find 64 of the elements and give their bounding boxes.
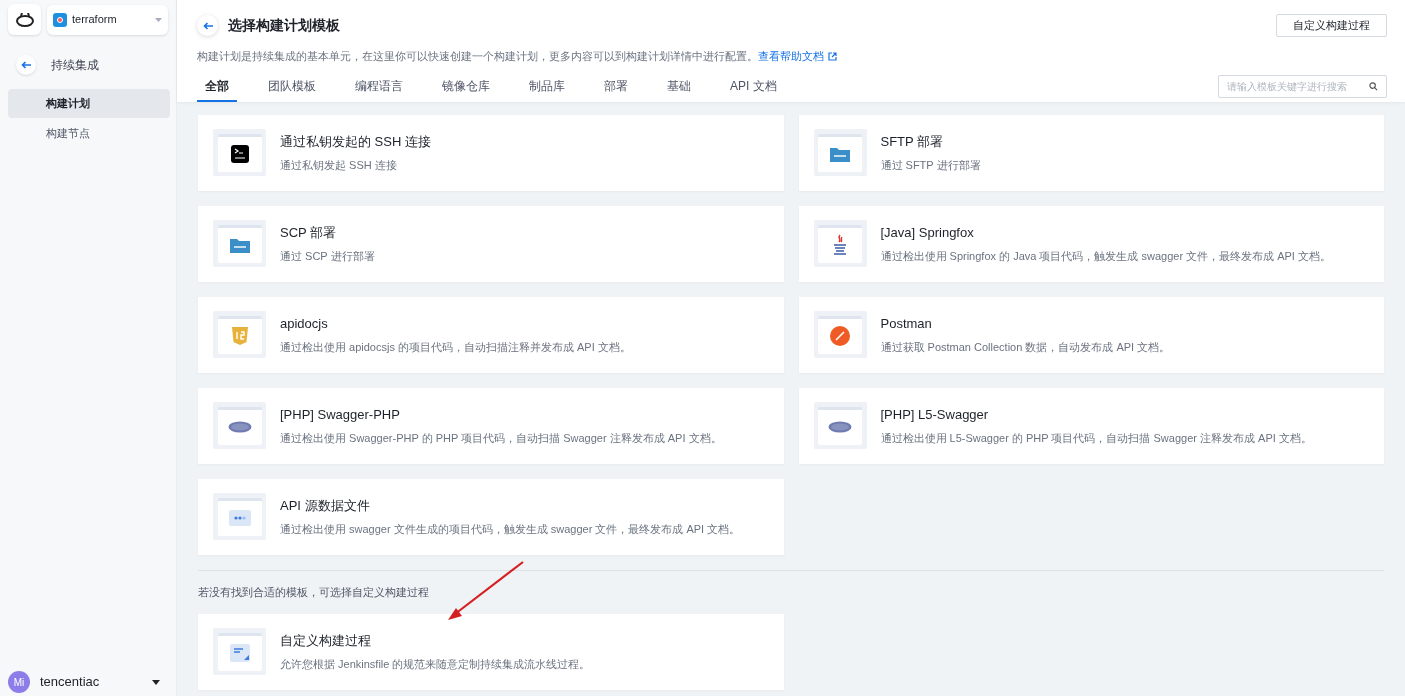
folder-icon — [830, 146, 850, 162]
coffee-cup-icon — [831, 234, 849, 257]
compass-icon — [829, 325, 851, 348]
page-description: 构建计划是持续集成的基本单元，在这里你可以快速创建一个构建计划，更多内容可以到构建计划详情中进行配置。 — [197, 49, 758, 64]
external-link-icon — [828, 52, 837, 62]
template-card[interactable]: apidocjs 通过检出使用 apidocsjs 的项目代码，自动扫描注释并发布成 API 文档。 — [198, 296, 784, 373]
category-tab[interactable]: API 文档 — [722, 72, 785, 102]
template-description: 通过检出使用 apidocsjs 的项目代码，自动扫描注释并发布成 API 文档。 — [280, 340, 631, 356]
template-title: 自定义构建过程 — [280, 631, 372, 650]
template-title: apidocjs — [280, 314, 329, 333]
template-title: [Java] Springfox — [880, 223, 975, 242]
terminal-icon — [230, 145, 249, 164]
template-card[interactable]: 通过私钥发起的 SSH 连接 通过私钥发起 SSH 连接 — [198, 114, 784, 191]
template-description: 通过检出使用 Swagger-PHP 的 PHP 项目代码，自动扫描 Swagger 注释发布成 API 文档。 — [280, 431, 722, 447]
document-icon — [229, 644, 250, 662]
template-card[interactable]: 自定义构建过程 允许您根据 Jenkinsfile 的规范来随意定制持续集成流水线过程。 — [198, 613, 784, 690]
template-card[interactable]: API 源数据文件 通过检出使用 swagger 文件生成的项目代码，触发生成 swagger 文件，最终发布成 API 文档。 — [198, 478, 784, 555]
template-card[interactable]: SFTP 部署 通过 SFTP 进行部署 — [798, 114, 1384, 191]
category-tab[interactable]: 全部 — [197, 72, 237, 102]
custom-build-button[interactable]: 自定义构建过程 — [1276, 14, 1387, 37]
template-description: 允许您根据 Jenkinsfile 的规范来随意定制持续集成流水线过程。 — [280, 657, 591, 672]
shield-icon — [230, 326, 249, 347]
back-nav-item[interactable]: 持续集成 — [0, 51, 176, 79]
category-tab[interactable]: 镜像仓库 — [434, 72, 498, 102]
template-card[interactable]: [PHP] L5-Swagger 通过检出使用 L5-Swagger 的 PHP 项目代码，自动扫描 Swagger 注释发布成 API 文档。 — [798, 387, 1384, 464]
template-card[interactable]: [PHP] Swagger-PHP 通过检出使用 Swagger-PHP 的 PHP 项目代码，自动扫描 Swagger 注释发布成 API 文档。 — [198, 387, 784, 464]
folder-icon — [229, 237, 250, 253]
custom-hint: 若没有找到合适的模板，可选择自定义构建过程 — [198, 584, 430, 600]
category-tab[interactable]: 部署 — [596, 72, 636, 102]
caret-icon — [152, 679, 160, 685]
template-title: Postman — [880, 314, 933, 333]
project-selector[interactable]: terraform — [47, 4, 168, 35]
template-title: 通过私钥发起的 SSH 连接 — [280, 132, 431, 151]
template-card[interactable]: Postman 通过获取 Postman Collection 数据，自动发布成 API 文档。 — [798, 296, 1384, 373]
help-link[interactable]: 查看帮助文档 — [758, 49, 837, 65]
sidebar-item[interactable]: 构建节点 — [8, 119, 170, 148]
template-description: 通过私钥发起 SSH 连接 — [280, 158, 398, 174]
template-card[interactable]: [Java] Springfox 通过检出使用 Springfox 的 Java 项目代码，触发生成 swagger 文件，最终发布成 API 文档。 — [798, 205, 1384, 282]
page-title: 选择构建计划模板 — [228, 16, 340, 35]
category-tab[interactable]: 编程语言 — [347, 72, 411, 102]
template-title: [PHP] L5-Swagger — [880, 405, 990, 424]
template-description: 通过检出使用 Springfox 的 Java 项目代码，触发生成 swagger 文件，最终发布成 API 文档。 — [880, 249, 1331, 265]
search-field[interactable]: 请输入模板关键字进行搜索 — [1218, 74, 1387, 98]
template-description: 通过检出使用 L5-Swagger 的 PHP 项目代码，自动扫描 Swagger 注释发布成 API 文档。 — [880, 431, 1312, 447]
template-description: 通过 SFTP 进行部署 — [880, 158, 981, 174]
user-avatar: Mi — [8, 671, 30, 693]
template-description: 通过检出使用 swagger 文件生成的项目代码，触发生成 swagger 文件，最终发布成 API 文档。 — [280, 522, 741, 538]
template-title: [PHP] Swagger-PHP — [280, 405, 401, 424]
category-tab[interactable]: 基础 — [659, 72, 699, 102]
template-card[interactable]: SCP 部署 通过 SCP 进行部署 — [198, 205, 784, 282]
caret-icon — [155, 17, 162, 22]
template-title: SCP 部署 — [280, 223, 338, 242]
category-tab[interactable]: 团队模板 — [260, 72, 324, 102]
template-description: 通过 SCP 进行部署 — [280, 249, 375, 265]
search-icon — [1369, 81, 1378, 91]
template-title: SFTP 部署 — [880, 132, 945, 151]
template-description: 通过获取 Postman Collection 数据，自动发布成 API 文档。 — [880, 340, 1171, 356]
sidebar-item[interactable]: 构建计划 — [8, 89, 170, 118]
logo-icon[interactable] — [8, 4, 41, 35]
category-tab[interactable]: 制品库 — [521, 72, 573, 102]
template-title: API 源数据文件 — [280, 496, 371, 515]
document-icon — [228, 510, 251, 527]
project-icon — [53, 12, 67, 27]
user-menu[interactable]: Mi tencentiac — [0, 668, 176, 696]
